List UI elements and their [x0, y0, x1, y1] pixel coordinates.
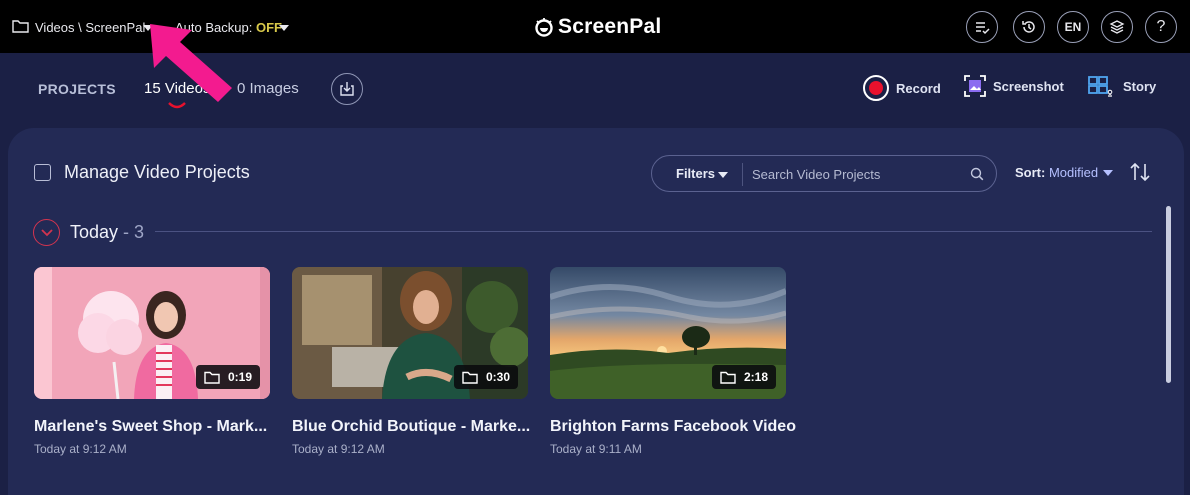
search-input[interactable]: [752, 163, 962, 185]
sort-direction-icon[interactable]: [1128, 160, 1152, 184]
language-button[interactable]: EN: [1057, 11, 1089, 43]
folder-icon: [720, 371, 736, 384]
video-card[interactable]: 0:19 Marlene's Sweet Shop - Mark... Toda…: [34, 267, 270, 456]
manage-projects-checkbox[interactable]: [34, 164, 51, 181]
auto-backup-chevron-icon[interactable]: [279, 25, 289, 31]
duration-text: 0:30: [485, 370, 510, 384]
checklist-icon: [976, 22, 990, 35]
top-bar: Videos \ ScreenPal Auto Backup: OFF Scre…: [0, 0, 1190, 53]
story-label: Story: [1123, 78, 1157, 94]
video-projects-panel: Manage Video Projects Filters Sort: Modi…: [8, 128, 1184, 495]
folder-icon[interactable]: [12, 19, 29, 33]
tab-videos[interactable]: 15 Videos: [144, 80, 210, 97]
folder-dropdown-chevron-icon[interactable]: [143, 25, 153, 31]
task-list-button[interactable]: [966, 11, 998, 43]
video-thumbnail[interactable]: 0:19: [34, 267, 270, 399]
search-icon[interactable]: [970, 167, 984, 181]
story-button[interactable]: Story: [1088, 75, 1156, 97]
history-icon: [1022, 21, 1035, 33]
record-label: Record: [896, 80, 941, 96]
logo-text: ScreenPal: [558, 15, 662, 38]
folder-icon: [462, 371, 478, 384]
video-title[interactable]: Marlene's Sweet Shop - Mark...: [34, 418, 270, 436]
tab-images[interactable]: 0 Images: [237, 80, 299, 97]
chevron-down-icon: [40, 228, 53, 236]
video-card[interactable]: 2:18 Brighton Farms Facebook Video Today…: [550, 267, 796, 456]
search-divider: [742, 163, 743, 186]
group-count: - 3: [118, 222, 145, 242]
sort-dropdown[interactable]: Sort: Modified: [1015, 165, 1098, 180]
screenpal-logo-icon: [535, 18, 553, 37]
video-thumbnail[interactable]: 2:18: [550, 267, 786, 399]
nav-bar: PROJECTS 15 Videos 0 Images Record Scree…: [0, 53, 1190, 128]
manage-projects-label: Manage Video Projects: [64, 162, 250, 182]
video-title[interactable]: Blue Orchid Boutique - Marke...: [292, 418, 530, 436]
layers-button[interactable]: [1101, 11, 1133, 43]
folder-path[interactable]: Videos \ ScreenPal: [35, 20, 145, 35]
group-divider: [155, 231, 1152, 232]
screenpal-logo: ScreenPal: [534, 14, 661, 40]
record-button[interactable]: Record: [863, 75, 941, 101]
video-date: Today at 9:12 AM: [34, 442, 127, 456]
layers-icon: [1109, 20, 1125, 34]
group-heading: Today - 3: [70, 222, 144, 243]
folder-icon: [204, 371, 220, 384]
duration-badge: 2:18: [711, 365, 776, 389]
download-icon: [340, 82, 354, 96]
screenshot-icon: [964, 75, 986, 97]
sort-chevron-icon[interactable]: [1103, 170, 1113, 176]
duration-badge: 0:30: [453, 365, 518, 389]
screenshot-button[interactable]: Screenshot: [964, 75, 1064, 97]
sort-value: Modified: [1048, 165, 1099, 180]
sort-label: Sort:: [1015, 165, 1046, 180]
video-title[interactable]: Brighton Farms Facebook Video: [550, 418, 796, 436]
auto-backup-label: Auto Backup:: [175, 20, 253, 35]
history-button[interactable]: [1013, 11, 1045, 43]
duration-badge: 0:19: [195, 365, 260, 389]
group-title: Today: [70, 222, 119, 242]
scrollbar[interactable]: [1166, 206, 1171, 383]
auto-backup-toggle[interactable]: Auto Backup: OFF: [175, 20, 282, 35]
video-thumbnail[interactable]: 0:30: [292, 267, 528, 399]
duration-text: 2:18: [743, 370, 768, 384]
import-button[interactable]: [331, 73, 363, 105]
record-icon: [863, 75, 889, 101]
video-date: Today at 9:12 AM: [292, 442, 385, 456]
duration-text: 0:19: [227, 370, 252, 384]
screenshot-label: Screenshot: [993, 78, 1064, 94]
search-bar: Filters: [651, 155, 997, 192]
projects-heading: PROJECTS: [38, 81, 116, 97]
help-button[interactable]: ?: [1145, 11, 1177, 43]
story-icon: [1088, 76, 1113, 97]
video-date: Today at 9:11 AM: [550, 442, 642, 456]
group-collapse-button[interactable]: [33, 219, 60, 246]
filters-chevron-icon[interactable]: [718, 172, 728, 178]
filters-button[interactable]: Filters: [676, 166, 715, 181]
video-card[interactable]: 0:30 Blue Orchid Boutique - Marke... Tod…: [292, 267, 530, 456]
active-tab-indicator: [168, 102, 186, 109]
